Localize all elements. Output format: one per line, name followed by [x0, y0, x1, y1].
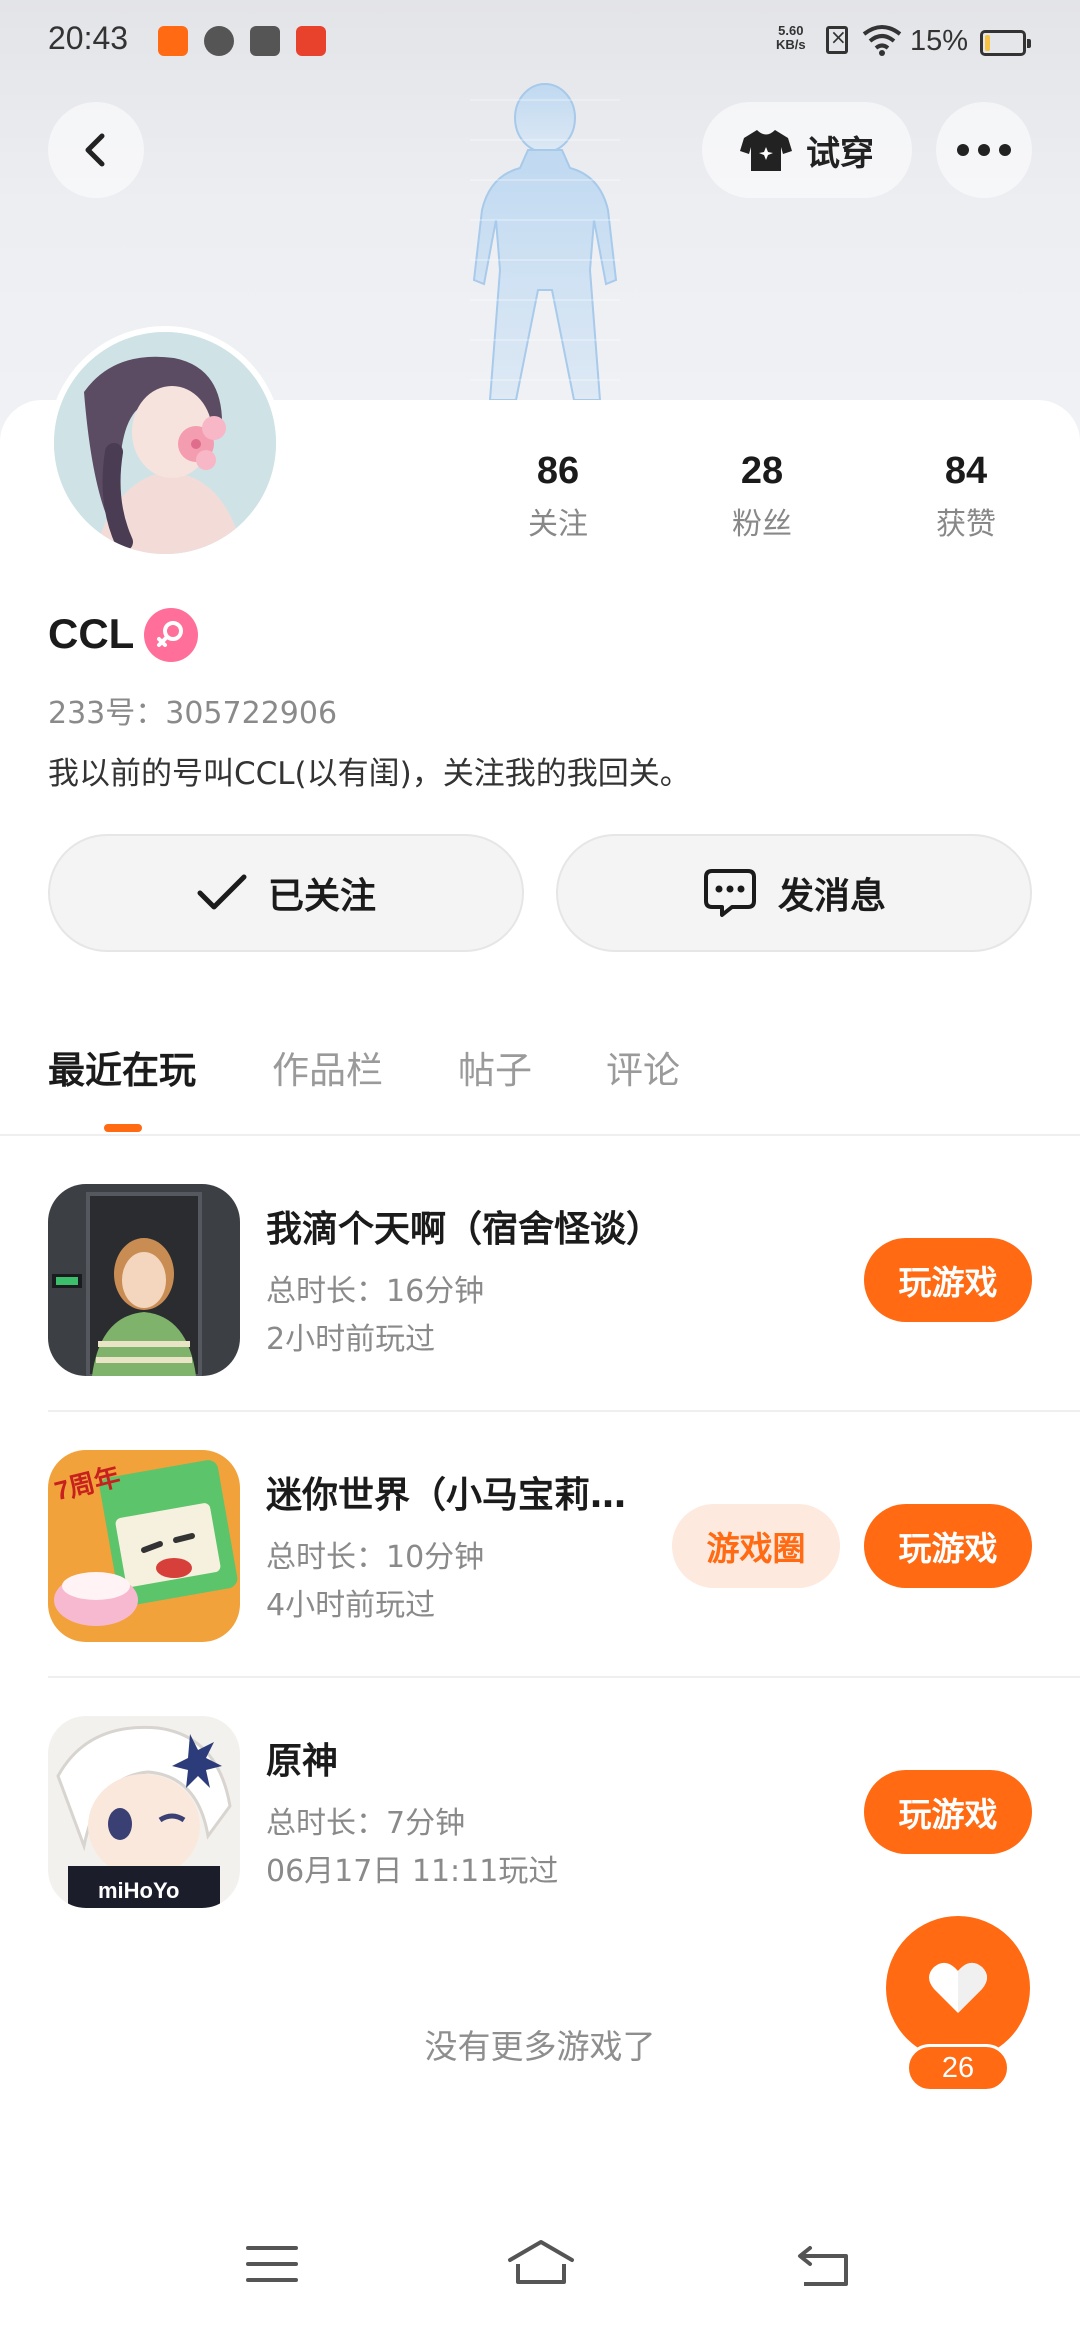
avatar-figure-hologram [470, 83, 620, 401]
more-dots-icon [957, 144, 1011, 156]
stat-likes-value: 84 [944, 450, 988, 492]
send-message-label: 发消息 [777, 876, 886, 917]
username: CCL [48, 610, 135, 657]
system-nav-bar [0, 2200, 1080, 2340]
menu-icon[interactable] [246, 2244, 298, 2284]
back-button[interactable] [48, 102, 144, 198]
tabs-divider [0, 1134, 1080, 1136]
game-list-item[interactable]: 7周年 迷你世界（小马宝莉… 总时长：10分钟 4小时前玩过 游戏圈 玩游戏 [0, 1450, 1080, 1716]
reader-app-icon [250, 26, 280, 56]
stat-likes-label: 获赞 [936, 507, 996, 542]
try-on-button[interactable]: 试穿 [702, 102, 912, 198]
back-nav-icon[interactable] [796, 2244, 852, 2288]
like-button[interactable] [886, 1916, 1030, 2060]
female-gender-icon [144, 608, 198, 662]
home-icon[interactable] [506, 2238, 576, 2286]
game-title: 迷你世界（小马宝莉… [266, 1475, 627, 1516]
user-bio: 我以前的号叫CCL(以有闺)，关注我的我回关。 [48, 756, 691, 792]
stat-fans-label: 粉丝 [732, 507, 792, 542]
game-duration: 总时长：16分钟 [266, 1274, 485, 1309]
stat-fans[interactable]: 28 粉丝 [682, 450, 842, 543]
play-game-button[interactable]: 玩游戏 [864, 1238, 1032, 1322]
tab-comments[interactable]: 评论 [606, 1040, 680, 1094]
active-tab-indicator [104, 1124, 142, 1132]
game-icon-mini-world[interactable]: 7周年 [48, 1450, 240, 1642]
game-circle-button[interactable]: 游戏圈 [672, 1504, 840, 1588]
stat-following-label: 关注 [528, 507, 588, 542]
user-avatar[interactable] [48, 326, 282, 560]
game-title: 我滴个天啊（宿舍怪谈） [266, 1209, 663, 1250]
play-game-button[interactable]: 玩游戏 [864, 1770, 1032, 1854]
network-speed-unit: KB/s [776, 37, 806, 52]
game-last-played: 2小时前玩过 [266, 1322, 436, 1357]
game-icon-genshin[interactable]: miHoYo [48, 1716, 240, 1908]
game-list-item[interactable]: 我滴个天啊（宿舍怪谈） 总时长：16分钟 2小时前玩过 玩游戏 [0, 1184, 1080, 1450]
try-on-label: 试穿 [806, 133, 874, 174]
followed-button[interactable]: 已关注 [48, 834, 524, 952]
stat-following[interactable]: 86 关注 [478, 450, 638, 543]
battery-percent: 15% [910, 25, 969, 57]
network-speed-value: 5.60 [778, 23, 804, 38]
more-options-button[interactable] [936, 102, 1032, 198]
tab-posts[interactable]: 帖子 [458, 1040, 532, 1094]
status-time: 20:43 [48, 20, 129, 56]
tshirt-icon [740, 130, 792, 171]
user-id: 233号：305722906 [48, 696, 338, 731]
row-divider [48, 1410, 1080, 1412]
status-bar: 20:43 5.60 KB/s 15% [0, 0, 1080, 84]
row-divider [48, 1676, 1080, 1678]
game-duration: 总时长：7分钟 [266, 1806, 466, 1841]
network-speed: 5.60 KB/s [776, 24, 806, 52]
stat-following-value: 86 [536, 450, 580, 492]
chevron-left-icon [85, 133, 105, 167]
game-title: 原神 [266, 1741, 339, 1782]
heart-icon [929, 1962, 987, 2013]
game-last-played: 06月17日 11:11玩过 [266, 1854, 559, 1889]
battery-icon [980, 30, 1031, 56]
send-message-button[interactable]: 发消息 [556, 834, 1032, 952]
news-app-icon [296, 26, 326, 56]
chat-bubble-icon [703, 869, 756, 917]
game-last-played: 4小时前玩过 [266, 1588, 436, 1623]
tab-works[interactable]: 作品栏 [272, 1040, 383, 1094]
mihoyo-brand: miHoYo [98, 1878, 179, 1903]
profile-screen: 20:43 5.60 KB/s 15% 试穿 [0, 0, 1080, 2340]
no-sim-icon [826, 25, 848, 54]
app-notification-icon [158, 26, 188, 56]
stat-likes[interactable]: 84 获赞 [886, 450, 1046, 543]
video-app-icon [204, 26, 234, 56]
game-icon-dorm-horror[interactable] [48, 1184, 240, 1376]
tab-recently-played[interactable]: 最近在玩 [48, 1040, 196, 1094]
stat-fans-value: 28 [740, 450, 784, 492]
battery-level-fill [985, 35, 990, 51]
like-count-badge: 26 [906, 2044, 1010, 2092]
game-duration: 总时长：10分钟 [266, 1540, 485, 1575]
wifi-icon [862, 25, 902, 56]
checkmark-icon [197, 874, 247, 910]
avatar-illustration [54, 332, 276, 554]
followed-label: 已关注 [267, 876, 376, 917]
play-game-button[interactable]: 玩游戏 [864, 1504, 1032, 1588]
profile-tabs: 最近在玩 作品栏 帖子 评论 [0, 1040, 1080, 1136]
